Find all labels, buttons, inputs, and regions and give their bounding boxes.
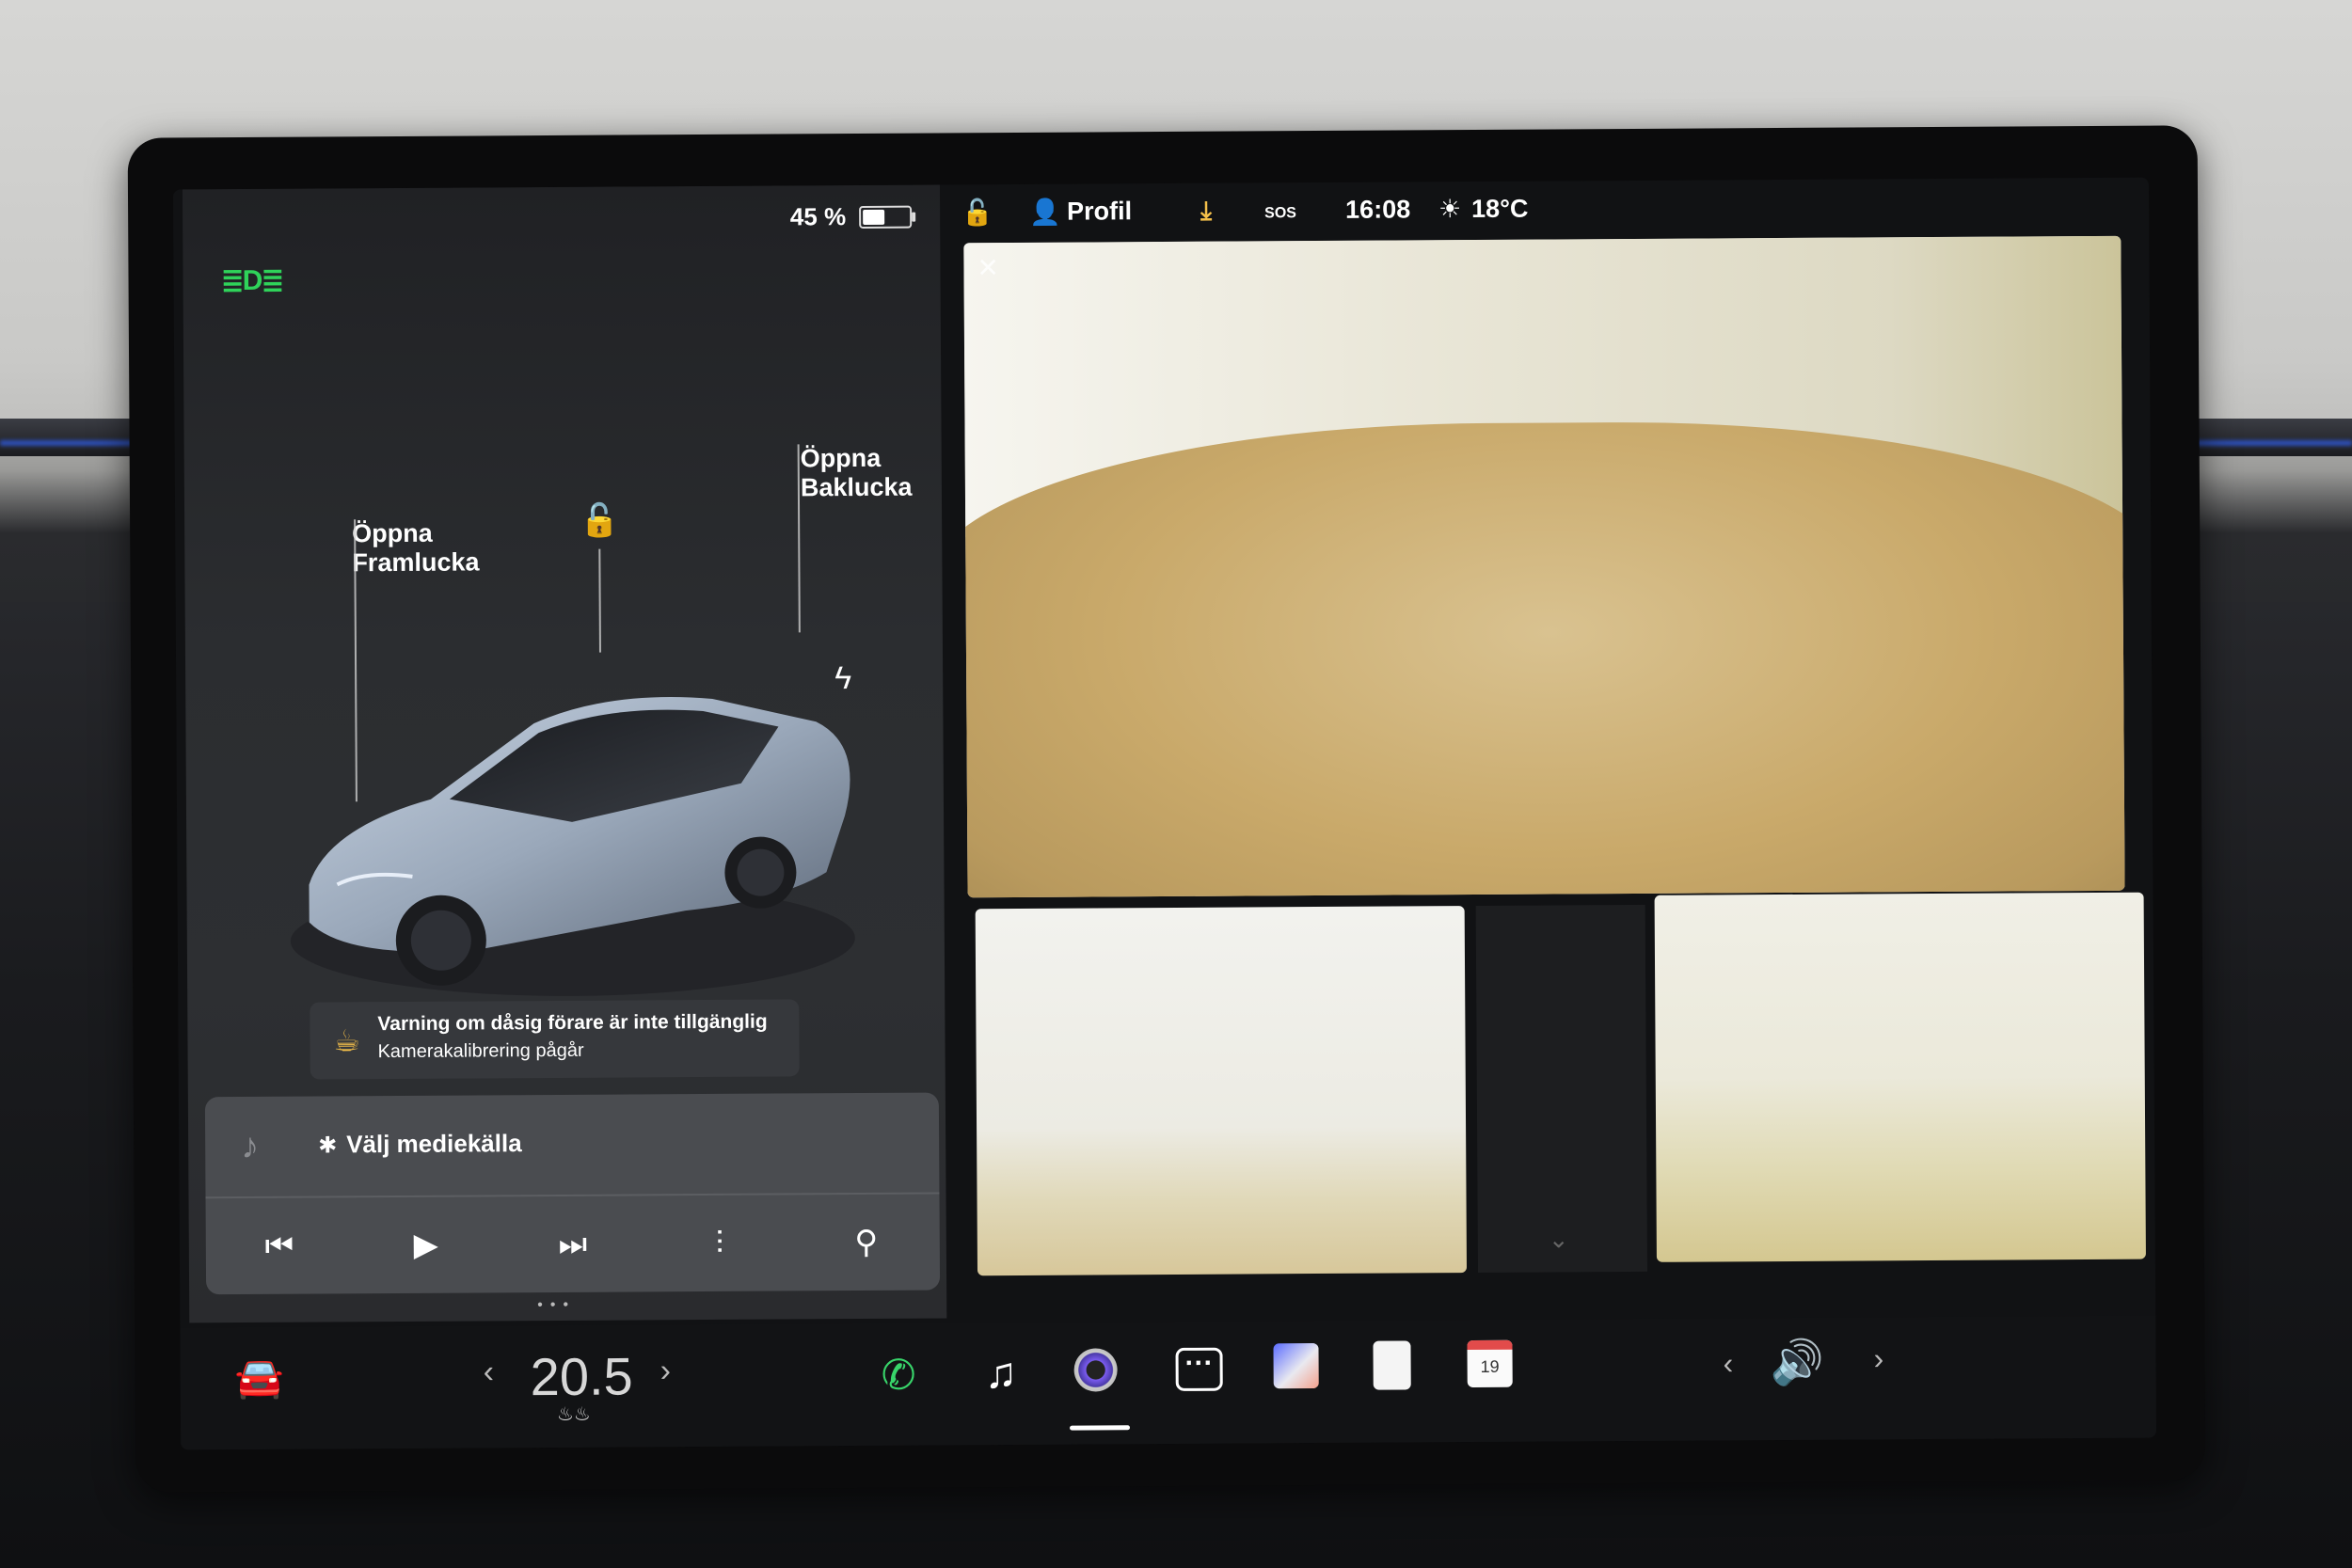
media-controls: ⏮ ▶ ⏭ ⫶ ⚲ xyxy=(206,1194,941,1294)
camera-icon[interactable] xyxy=(1073,1348,1118,1392)
more-icon[interactable]: ··· xyxy=(1175,1347,1223,1391)
close-icon[interactable]: ✕ xyxy=(977,252,999,283)
car-image xyxy=(290,697,855,996)
warning-subtitle: Kamerakalibrering pågår xyxy=(377,1039,584,1063)
car-icon[interactable]: 🚘 xyxy=(235,1355,285,1402)
equalizer-button[interactable]: ⫶ xyxy=(682,1225,757,1261)
trunk-label-line1: Öppna xyxy=(800,443,882,473)
music-note-icon: ♪ xyxy=(241,1126,260,1167)
media-player: ♪ ✱ Välj mediekälla ⏮ ▶ ⏭ ⫶ ⚲ xyxy=(204,1092,941,1295)
previous-track-button[interactable]: ⏮ xyxy=(242,1227,317,1264)
temperature-decrease-button[interactable]: ‹ xyxy=(484,1354,495,1390)
profile-icon[interactable]: 👤 xyxy=(1029,198,1061,228)
trunk-label-line2: Baklucka xyxy=(800,472,913,502)
media-source-label: Välj mediekälla xyxy=(346,1129,522,1159)
lock-status-icon[interactable]: 🔓 xyxy=(961,198,993,228)
active-app-indicator xyxy=(1070,1425,1131,1431)
vehicle-panel: 45 % ≣D≣ Öppna Framlucka Öppna Baklucka … xyxy=(182,184,947,1323)
battery-status: 45 % xyxy=(789,202,913,232)
lock-leader-line xyxy=(598,548,601,653)
next-track-button[interactable]: ⏭ xyxy=(535,1226,611,1262)
music-icon[interactable]: ♫ xyxy=(984,1347,1017,1398)
unlock-icon[interactable]: 🔓 xyxy=(580,502,620,540)
warning-title: Varning om dåsig förare är inte tillgäng… xyxy=(377,1010,768,1036)
outside-temperature: 18°C xyxy=(1471,194,1529,224)
bolt-icon[interactable]: ϟ xyxy=(834,660,851,697)
touchscreen: 45 % ≣D≣ Öppna Framlucka Öppna Baklucka … xyxy=(172,177,2157,1450)
ambient-light-right xyxy=(2173,440,2352,446)
cabin-temperature[interactable]: 20.5 xyxy=(530,1345,632,1407)
frunk-label-line2: Framlucka xyxy=(352,547,480,578)
chevron-down-icon[interactable]: ⌄ xyxy=(1549,1225,1569,1254)
left-repeater-camera-view[interactable] xyxy=(975,906,1468,1276)
volume-icon[interactable]: 🔊 xyxy=(1770,1337,1824,1388)
open-frunk-button[interactable]: Öppna Framlucka xyxy=(352,518,479,578)
temperature-increase-button[interactable]: › xyxy=(660,1353,672,1389)
navigation-icon[interactable] xyxy=(1273,1343,1319,1389)
sos-label[interactable]: SOS xyxy=(1264,205,1296,222)
bottom-dock: 🚘 ‹ 20.5 › ♨♨ ✆ ♫ ··· 19 ‹ 🔊 › xyxy=(180,1315,2157,1450)
coffee-icon: ☕ xyxy=(333,1023,361,1058)
open-trunk-button[interactable]: Öppna Baklucka xyxy=(801,444,913,503)
right-repeater-camera-view[interactable] xyxy=(1654,892,2146,1262)
driver-alert-warning: ☕ Varning om dåsig förare är inte tillgä… xyxy=(310,999,800,1080)
battery-icon xyxy=(859,205,913,229)
calendar-icon[interactable]: 19 xyxy=(1467,1339,1513,1388)
phone-icon[interactable]: ✆ xyxy=(882,1352,916,1400)
calendar-day: 19 xyxy=(1480,1356,1500,1376)
download-icon[interactable]: ⤓ xyxy=(1200,197,1212,227)
display-bezel: 45 % ≣D≣ Öppna Framlucka Öppna Baklucka … xyxy=(127,125,2206,1493)
seat-heater-icon[interactable]: ♨♨ xyxy=(557,1402,591,1426)
camera-divider xyxy=(1475,904,1648,1273)
time: 16:08 xyxy=(1345,195,1411,224)
status-bar: 🔓 👤 Profil ⤓ SOS 16:08 ☀ 18°C xyxy=(954,178,2149,242)
profile-label[interactable]: Profil xyxy=(1067,197,1132,226)
headlight-icon[interactable]: ≣D≣ xyxy=(220,264,282,297)
media-source-selector[interactable]: ♪ ✱ Välj mediekälla xyxy=(204,1092,940,1199)
sun-icon: ☀ xyxy=(1438,195,1462,224)
volume-increase-button[interactable]: › xyxy=(1873,1341,1883,1376)
rear-camera-view[interactable]: ✕ xyxy=(963,235,2125,898)
media-search-button[interactable]: ⚲ xyxy=(829,1224,904,1261)
play-button[interactable]: ▶ xyxy=(389,1227,464,1264)
bluetooth-icon: ✱ xyxy=(318,1132,338,1159)
camera-floor xyxy=(963,419,2125,898)
frunk-label-line1: Öppna xyxy=(352,518,433,548)
notes-icon[interactable] xyxy=(1373,1340,1411,1390)
page-indicator: ••• xyxy=(537,1296,577,1314)
battery-percent: 45 % xyxy=(789,202,847,231)
volume-decrease-button[interactable]: ‹ xyxy=(1724,1346,1734,1381)
